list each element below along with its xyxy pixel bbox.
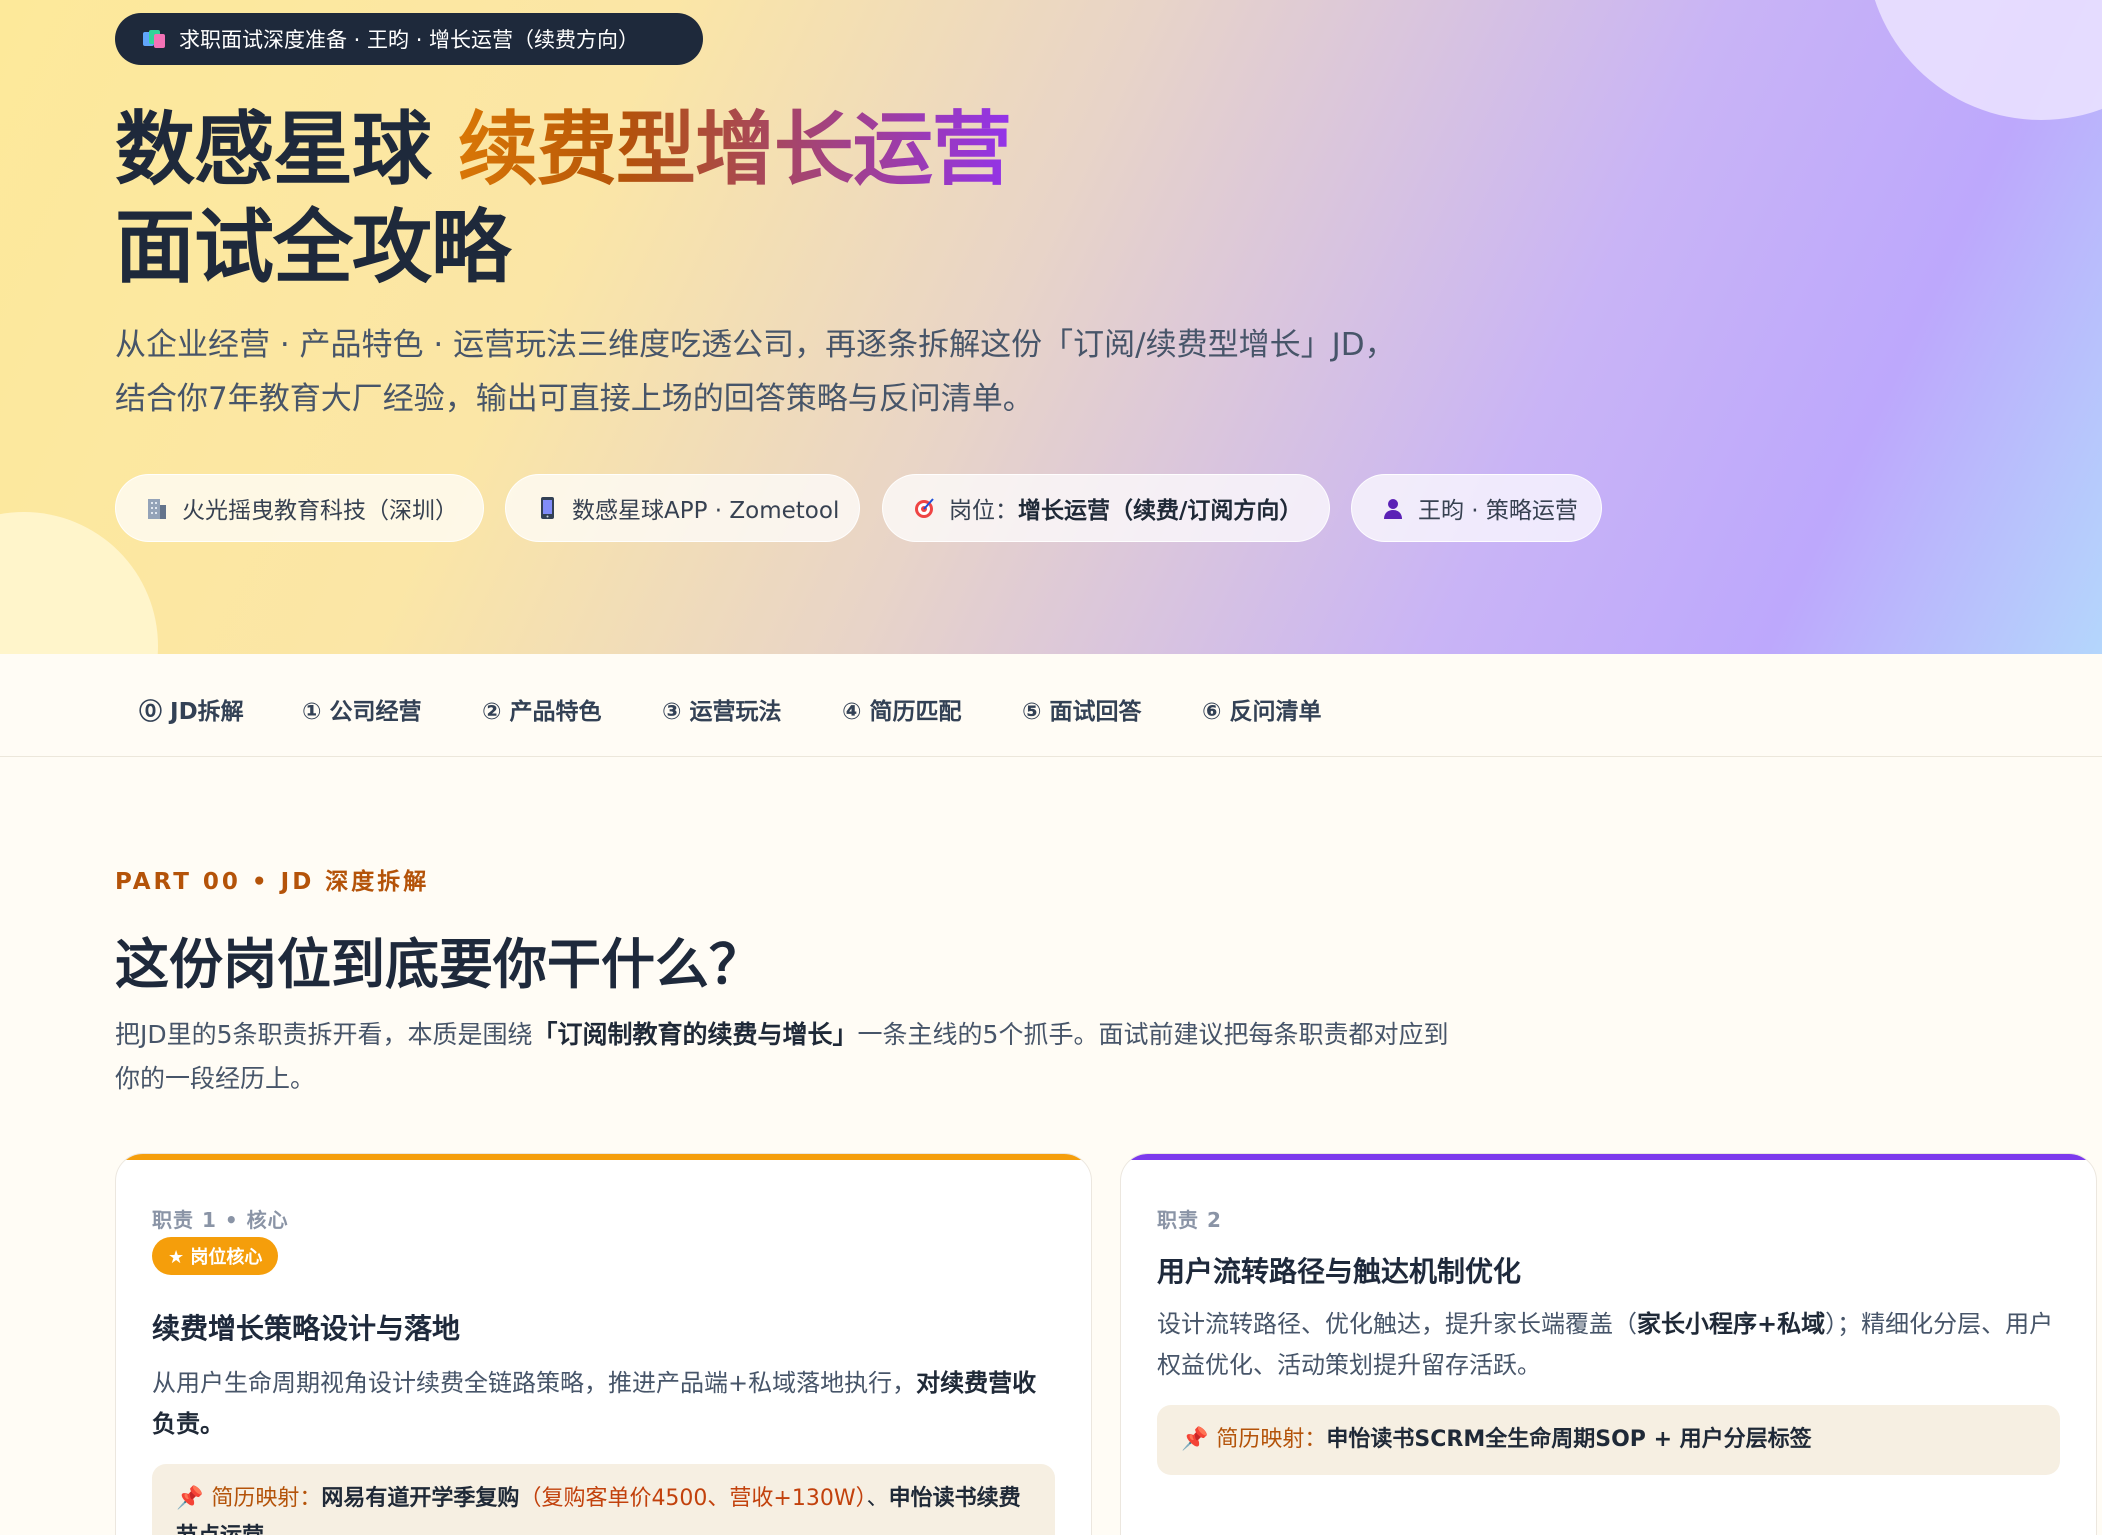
mapping-item: 网易有道开学季复购: [321, 1486, 520, 1511]
books-icon: [143, 28, 165, 50]
desc-text: 从用户生命周期视角设计续费全链路策略，推进产品端+私域落地执行，: [152, 1369, 917, 1397]
duty-title: 续费增长策略设计与落地: [152, 1312, 461, 1345]
duty-card-1: 职责 1 • 核心 ★ 岗位核心 续费增长策略设计与落地 从用户生命周期视角设计…: [115, 1153, 1092, 1535]
chip-person: 王昀 · 策略运营: [1351, 474, 1602, 542]
nav-item-questions[interactable]: ⑥ 反问清单: [1202, 692, 1321, 726]
hero-subtitle: 从企业经营 · 产品特色 · 运营玩法三维度吃透公司，再逐条拆解这份「订阅/续费…: [115, 318, 1515, 426]
lead-emphasis: 「订阅制教育的续费与增长」: [532, 1020, 858, 1049]
chip-company: 火光摇曳教育科技（深圳）: [115, 474, 484, 542]
card-accent-bar: [1121, 1154, 2096, 1160]
lead-text: 一条主线的5个抓手。面试前建议把每条职责都对应到: [857, 1020, 1449, 1049]
page-title: 数感星球 续费型增长运营: [115, 110, 1012, 190]
mapping-item: 申怡读书SCRM全生命周期SOP + 用户分层标签: [1326, 1427, 1812, 1452]
hero-banner: 求职面试深度准备 · 王昀 · 增长运营（续费方向） 数感星球 续费型增长运营 …: [0, 0, 2102, 654]
nav-item-product[interactable]: ② 产品特色: [482, 692, 601, 726]
title-highlight: 续费型增长运营: [457, 103, 1012, 196]
person-icon: [1382, 496, 1404, 520]
chip-app: 数感星球APP · Zometool: [505, 474, 860, 542]
mapping-key: 简历映射：: [211, 1486, 322, 1511]
duty-card-2: 职责 2 用户流转路径与触达机制优化 设计流转路径、优化触达，提升家长端覆盖（家…: [1120, 1153, 2097, 1535]
core-badge: ★ 岗位核心: [152, 1237, 279, 1275]
phone-icon: [536, 496, 558, 520]
chip-position-role: 增长运营（续费/订阅方向）: [1018, 498, 1303, 524]
nav-item-resume[interactable]: ④ 简历匹配: [842, 692, 961, 726]
chip-person-text: 王昀 · 策略运营: [1418, 498, 1578, 524]
nav-item-interview[interactable]: ⑤ 面试回答: [1022, 692, 1141, 726]
section-nav: ⓪ JD拆解 ① 公司经营 ② 产品特色 ③ 运营玩法 ④ 简历匹配 ⑤ 面试回…: [0, 654, 2102, 757]
section-eyebrow: PART 00 • JD 深度拆解: [115, 869, 430, 895]
duty-title: 用户流转路径与触达机制优化: [1157, 1255, 1522, 1288]
chip-app-text: 数感星球APP · Zometool: [572, 498, 840, 524]
hero-tag: 求职面试深度准备 · 王昀 · 增长运营（续费方向）: [115, 13, 703, 65]
duty-description: 设计流转路径、优化触达，提升家长端覆盖（家长小程序+私域）；精细化分层、用户权益…: [1157, 1304, 2060, 1386]
chip-company-text: 火光摇曳教育科技（深圳）: [182, 498, 458, 524]
card-accent-bar: [116, 1154, 1091, 1160]
subtitle-line1: 从企业经营 · 产品特色 · 运营玩法三维度吃透公司，再逐条拆解这份「订阅/续费…: [115, 327, 1396, 363]
lead-text: 你的一段经历上。: [115, 1064, 316, 1093]
chip-position-prefix: 岗位：: [949, 498, 1018, 524]
lead-text: 把JD里的5条职责拆开看，本质是围绕: [115, 1020, 533, 1049]
title-part1: 数感星球: [115, 103, 458, 196]
section-lead: 把JD里的5条职责拆开看，本质是围绕「订阅制教育的续费与增长」一条主线的5个抓手…: [115, 1013, 1545, 1101]
nav-item-operations[interactable]: ③ 运营玩法: [662, 692, 781, 726]
section-title: 这份岗位到底要你干什么？: [115, 933, 763, 996]
mapping-key: 简历映射：: [1216, 1427, 1327, 1452]
building-icon: [146, 496, 168, 520]
desc-emphasis: 家长小程序+私域: [1637, 1310, 1826, 1338]
duty-label: 职责 2: [1157, 1208, 1222, 1232]
hero-tag-text: 求职面试深度准备 · 王昀 · 增长运营（续费方向）: [179, 28, 640, 52]
mapping-separator: 、: [866, 1486, 889, 1511]
subtitle-line2: 结合你7年教育大厂经验，输出可直接上场的回答策略与反问清单。: [115, 381, 1034, 417]
mapping-metric: （复购客单价4500、营收+130W）: [519, 1486, 867, 1511]
nav-item-company[interactable]: ① 公司经营: [302, 692, 421, 726]
pin-icon: 📌: [1181, 1427, 1209, 1452]
target-icon: [913, 496, 935, 520]
desc-text: 设计流转路径、优化触达，提升家长端覆盖（: [1157, 1310, 1637, 1338]
duty-label: 职责 1 • 核心: [152, 1208, 289, 1232]
decorative-circle: [1866, 0, 2102, 120]
nav-item-jd[interactable]: ⓪ JD拆解: [139, 692, 244, 726]
duty-description: 从用户生命周期视角设计续费全链路策略，推进产品端+私域落地执行，对续费营收负责。: [152, 1363, 1055, 1445]
page-title-line2: 面试全攻略: [115, 201, 511, 294]
pin-icon: 📌: [176, 1486, 204, 1511]
chip-position: 岗位： 增长运营（续费/订阅方向）: [882, 474, 1330, 542]
resume-mapping: 📌 简历映射：申怡读书SCRM全生命周期SOP + 用户分层标签: [1157, 1405, 2060, 1475]
resume-mapping: 📌 简历映射：网易有道开学季复购（复购客单价4500、营收+130W）、申怡读书续…: [152, 1464, 1055, 1535]
